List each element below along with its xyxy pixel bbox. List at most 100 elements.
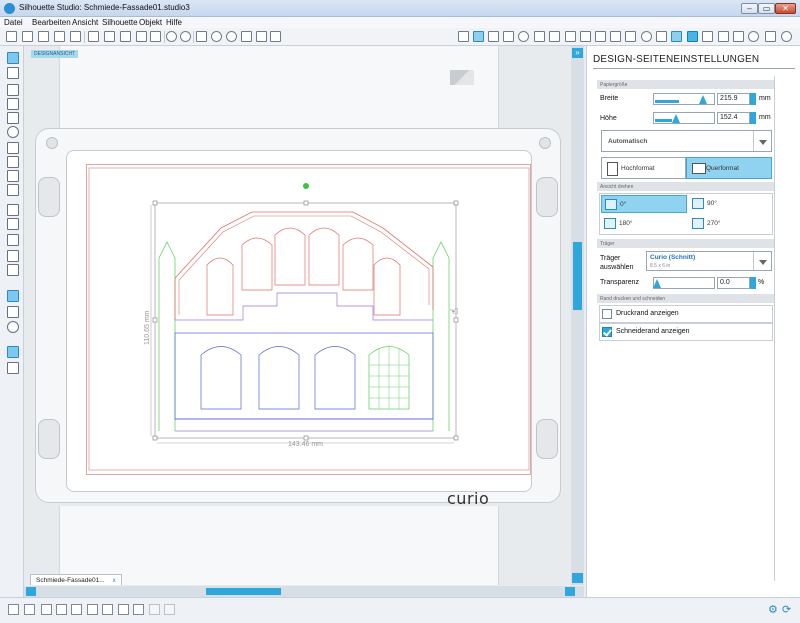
ellipse-tool-icon[interactable] [7, 126, 19, 138]
carrier-dropdown[interactable]: Curio (Schnitt) 8.5 x 6 in [646, 251, 772, 271]
refresh-icon[interactable]: ⟳ [782, 603, 791, 616]
paste-icon[interactable] [136, 31, 147, 42]
scroll-down-arrow[interactable] [572, 573, 583, 583]
arc-tool-icon[interactable] [7, 170, 19, 182]
menu-hilfe[interactable]: Hilfe [166, 18, 182, 27]
width-slider-knob[interactable] [699, 95, 707, 104]
globe-icon[interactable] [164, 604, 175, 615]
group-icon[interactable] [8, 604, 19, 615]
scroll-right-arrow[interactable] [565, 587, 575, 596]
portrait-button[interactable]: Hochformat [601, 157, 686, 179]
selection-handle[interactable] [453, 200, 459, 206]
close-button[interactable]: ✕ [775, 3, 796, 14]
print-border-option[interactable]: Druckrand anzeigen [599, 305, 773, 323]
registration-icon[interactable] [503, 31, 514, 42]
online-store-icon[interactable] [748, 31, 759, 42]
rotate-tool-icon[interactable] [518, 31, 529, 42]
send-icon[interactable] [718, 31, 729, 42]
delete-x-icon[interactable] [102, 604, 113, 615]
menu-bearbeiten[interactable]: Bearbeiten [32, 18, 71, 27]
eraser-tool-icon[interactable] [7, 250, 19, 262]
facade-design[interactable]: 110.65 mm 143.46 mm ☜ [87, 165, 532, 476]
pan-hand-icon[interactable] [196, 31, 207, 42]
design-view-icon[interactable] [7, 290, 19, 302]
select-all-icon[interactable] [133, 604, 144, 615]
line-style-icon[interactable] [549, 31, 560, 42]
release-compound-icon[interactable] [56, 604, 67, 615]
store-view-icon[interactable] [7, 321, 19, 333]
grid-icon[interactable] [488, 31, 499, 42]
transparency-slider-knob[interactable] [653, 279, 661, 288]
redo-icon[interactable] [180, 31, 191, 42]
height-input[interactable]: 152.4 [717, 112, 750, 124]
sketch-pen-icon[interactable] [765, 31, 776, 42]
rounded-rect-tool-icon[interactable] [7, 112, 19, 124]
maximize-button[interactable]: ▭ [758, 3, 775, 14]
width-spinner[interactable] [750, 93, 756, 105]
rotate-90-button[interactable]: 90° [689, 195, 773, 213]
tab-close-icon[interactable]: x [112, 577, 115, 584]
panel-scrollbar[interactable] [774, 76, 779, 581]
horizontal-scrollbar[interactable] [24, 586, 584, 597]
select-arrow-icon[interactable] [7, 52, 19, 64]
replicate-icon[interactable] [595, 31, 606, 42]
cut-settings-icon[interactable] [702, 31, 713, 42]
pentagon-tool-icon[interactable] [7, 218, 19, 230]
freehand-tool-icon[interactable] [7, 184, 19, 196]
selection-handle[interactable] [303, 200, 309, 206]
document-tab[interactable]: Schmiede-Fassade01... x [30, 574, 122, 585]
transparency-slider[interactable] [653, 277, 715, 289]
print-icon[interactable] [88, 31, 99, 42]
bring-to-front-icon[interactable] [71, 604, 82, 615]
text-style-icon[interactable] [565, 31, 576, 42]
selection-handle[interactable] [453, 317, 459, 323]
width-input[interactable]: 215.9 [717, 93, 750, 105]
transparency-spinner[interactable] [750, 277, 756, 289]
drag-zoom-icon[interactable] [256, 31, 267, 42]
selection-handle[interactable] [152, 317, 158, 323]
open-folder-icon[interactable] [22, 31, 33, 42]
save-icon[interactable] [54, 31, 65, 42]
line-color-icon[interactable] [534, 31, 545, 42]
library-view-icon[interactable] [7, 306, 19, 318]
paper-size-dropdown[interactable]: Automatisch [601, 130, 772, 152]
panel-collapse-button[interactable]: » [573, 48, 582, 58]
page-setup-icon[interactable] [473, 31, 484, 42]
eraser-icon[interactable] [458, 31, 469, 42]
selection-handle[interactable] [152, 200, 158, 206]
minimize-button[interactable]: – [741, 3, 758, 14]
library-store-icon[interactable] [733, 31, 744, 42]
fill-color-icon[interactable] [656, 31, 667, 42]
save-as-icon[interactable] [70, 31, 81, 42]
zoom-in-icon[interactable] [211, 31, 222, 42]
panel-split-icon[interactable] [7, 362, 19, 374]
cut-border-option[interactable]: Schneiderand anzeigen [599, 323, 773, 341]
horizontal-scroll-thumb[interactable] [206, 588, 281, 595]
knife-tool-icon[interactable] [7, 264, 19, 276]
menu-datei[interactable]: Datei [4, 18, 23, 27]
gradient-icon[interactable] [671, 31, 682, 42]
vertical-scrollbar[interactable] [571, 46, 584, 585]
copy-icon[interactable] [120, 31, 131, 42]
rotate-270-button[interactable]: 270° [689, 215, 773, 233]
settings-icon[interactable] [781, 31, 792, 42]
height-slider[interactable] [653, 112, 715, 124]
pencil-tool-icon[interactable] [7, 204, 19, 216]
ungroup-icon[interactable] [24, 604, 35, 615]
transform-icon[interactable] [580, 31, 591, 42]
zoom-select-icon[interactable] [241, 31, 252, 42]
image-icon[interactable] [149, 604, 160, 615]
make-compound-icon[interactable] [41, 604, 52, 615]
zoom-out-icon[interactable] [226, 31, 237, 42]
fit-to-page-icon[interactable] [270, 31, 281, 42]
print-border-checkbox[interactable] [602, 309, 612, 319]
selection-handle[interactable] [303, 435, 309, 441]
design-canvas[interactable]: DESIGNANSICHT 110.65 mm 143.46 mm ☜ curi… [24, 46, 571, 585]
cut-border-checkbox[interactable] [602, 327, 612, 337]
menu-silhouette[interactable]: Silhouette [102, 18, 138, 27]
page-settings-icon[interactable] [687, 31, 698, 42]
modify-icon[interactable] [610, 31, 621, 42]
weld-icon[interactable] [87, 604, 98, 615]
vertical-scroll-thumb[interactable] [573, 242, 582, 310]
cut-scissors-icon[interactable] [150, 31, 161, 42]
